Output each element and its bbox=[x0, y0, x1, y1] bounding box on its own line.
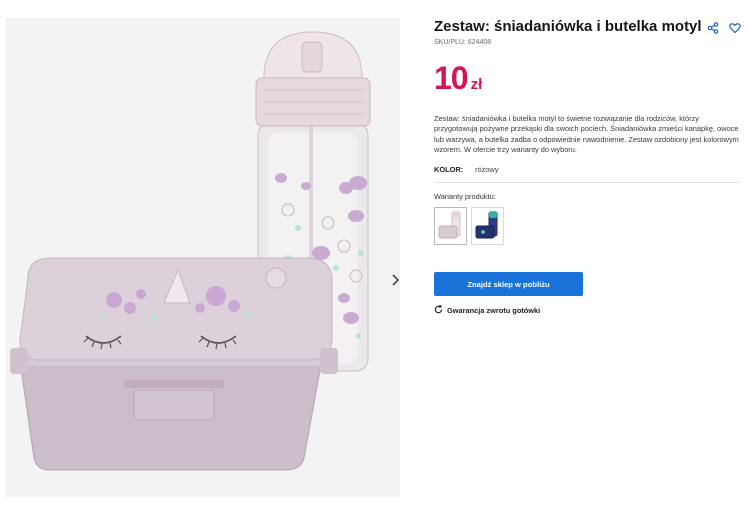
share-icon[interactable] bbox=[706, 21, 720, 35]
product-description: Zestaw: śniadaniówka i butelka motyl to … bbox=[434, 114, 739, 155]
product-image bbox=[10, 31, 371, 471]
variants-list bbox=[434, 207, 504, 245]
find-store-button[interactable]: Znajdź sklep w pobliżu bbox=[434, 272, 583, 296]
color-label: KOLOR: bbox=[434, 165, 464, 174]
chevron-right-icon[interactable] bbox=[384, 268, 400, 292]
heart-icon[interactable] bbox=[728, 21, 742, 35]
product-gallery bbox=[6, 18, 400, 497]
guarantee-link[interactable]: Gwarancja zwrotu gotówki bbox=[434, 304, 541, 316]
product-actions bbox=[706, 21, 742, 35]
color-row: KOLOR: różowy bbox=[434, 165, 499, 174]
refresh-icon bbox=[434, 304, 443, 316]
variant-thumbnail-navy[interactable] bbox=[471, 207, 504, 245]
color-value: różowy bbox=[475, 165, 499, 174]
product-sku: SKU/PLU: 624408 bbox=[434, 39, 492, 46]
variants-label: Warianty produktu: bbox=[434, 192, 496, 201]
variant-thumbnail-pink[interactable] bbox=[434, 207, 467, 245]
product-title: Zestaw: śniadaniówka i butelka motyl bbox=[434, 18, 702, 35]
lunchbox-image bbox=[10, 257, 338, 471]
guarantee-label: Gwarancja zwrotu gotówki bbox=[447, 306, 541, 315]
price-currency: zł bbox=[470, 76, 483, 93]
divider bbox=[434, 182, 740, 183]
product-price: 10 zł bbox=[434, 60, 482, 96]
price-value: 10 bbox=[434, 60, 469, 96]
